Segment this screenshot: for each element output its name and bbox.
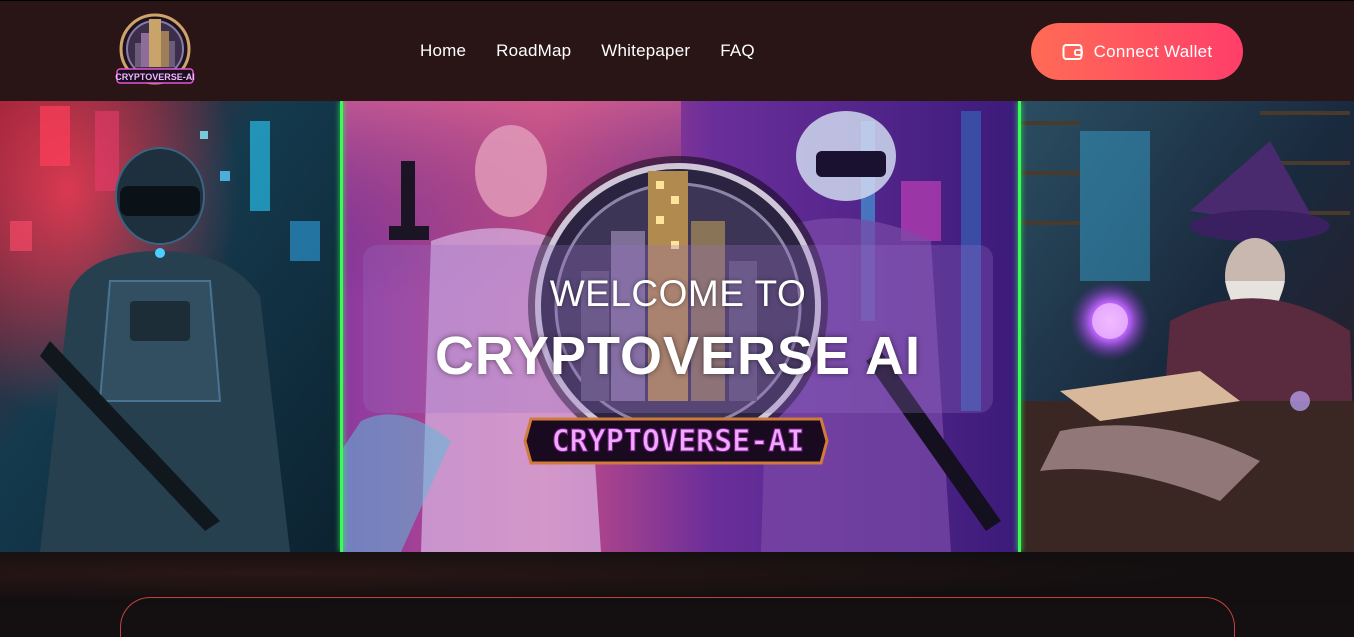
connect-wallet-button[interactable]: Connect Wallet: [1031, 23, 1243, 80]
svg-text:CRYPTOVERSE-AI: CRYPTOVERSE-AI: [115, 72, 195, 82]
hero-image-soldier: [0, 101, 341, 552]
hero-banner: CRYPTOVERSE-AI WELCOME TO CRYPTOVERSE AI: [0, 101, 1354, 552]
section-card-top-edge: [120, 597, 1235, 637]
nav-link-whitepaper[interactable]: Whitepaper: [601, 41, 690, 61]
nav-link-roadmap[interactable]: RoadMap: [496, 41, 571, 61]
main-nav: Home RoadMap Whitepaper FAQ: [420, 41, 755, 61]
welcome-subtitle: WELCOME TO: [549, 273, 807, 314]
hero-image-wizard: [1020, 101, 1354, 552]
site-logo[interactable]: CRYPTOVERSE-AI: [115, 11, 195, 91]
hero-title: CRYPTOVERSE AI: [434, 326, 922, 386]
panel-divider-right: [1018, 101, 1021, 552]
welcome-overlay: WELCOME TO CRYPTOVERSE AI: [363, 245, 993, 413]
connect-wallet-label: Connect Wallet: [1093, 41, 1213, 61]
panel-divider-left: [340, 101, 343, 552]
top-navbar: CRYPTOVERSE-AI Home RoadMap Whitepaper F…: [0, 0, 1354, 101]
nav-link-home[interactable]: Home: [420, 41, 466, 61]
wallet-icon: [1062, 43, 1084, 61]
svg-text:CRYPTOVERSE-AI: CRYPTOVERSE-AI: [552, 424, 805, 459]
nav-link-faq[interactable]: FAQ: [720, 41, 755, 61]
